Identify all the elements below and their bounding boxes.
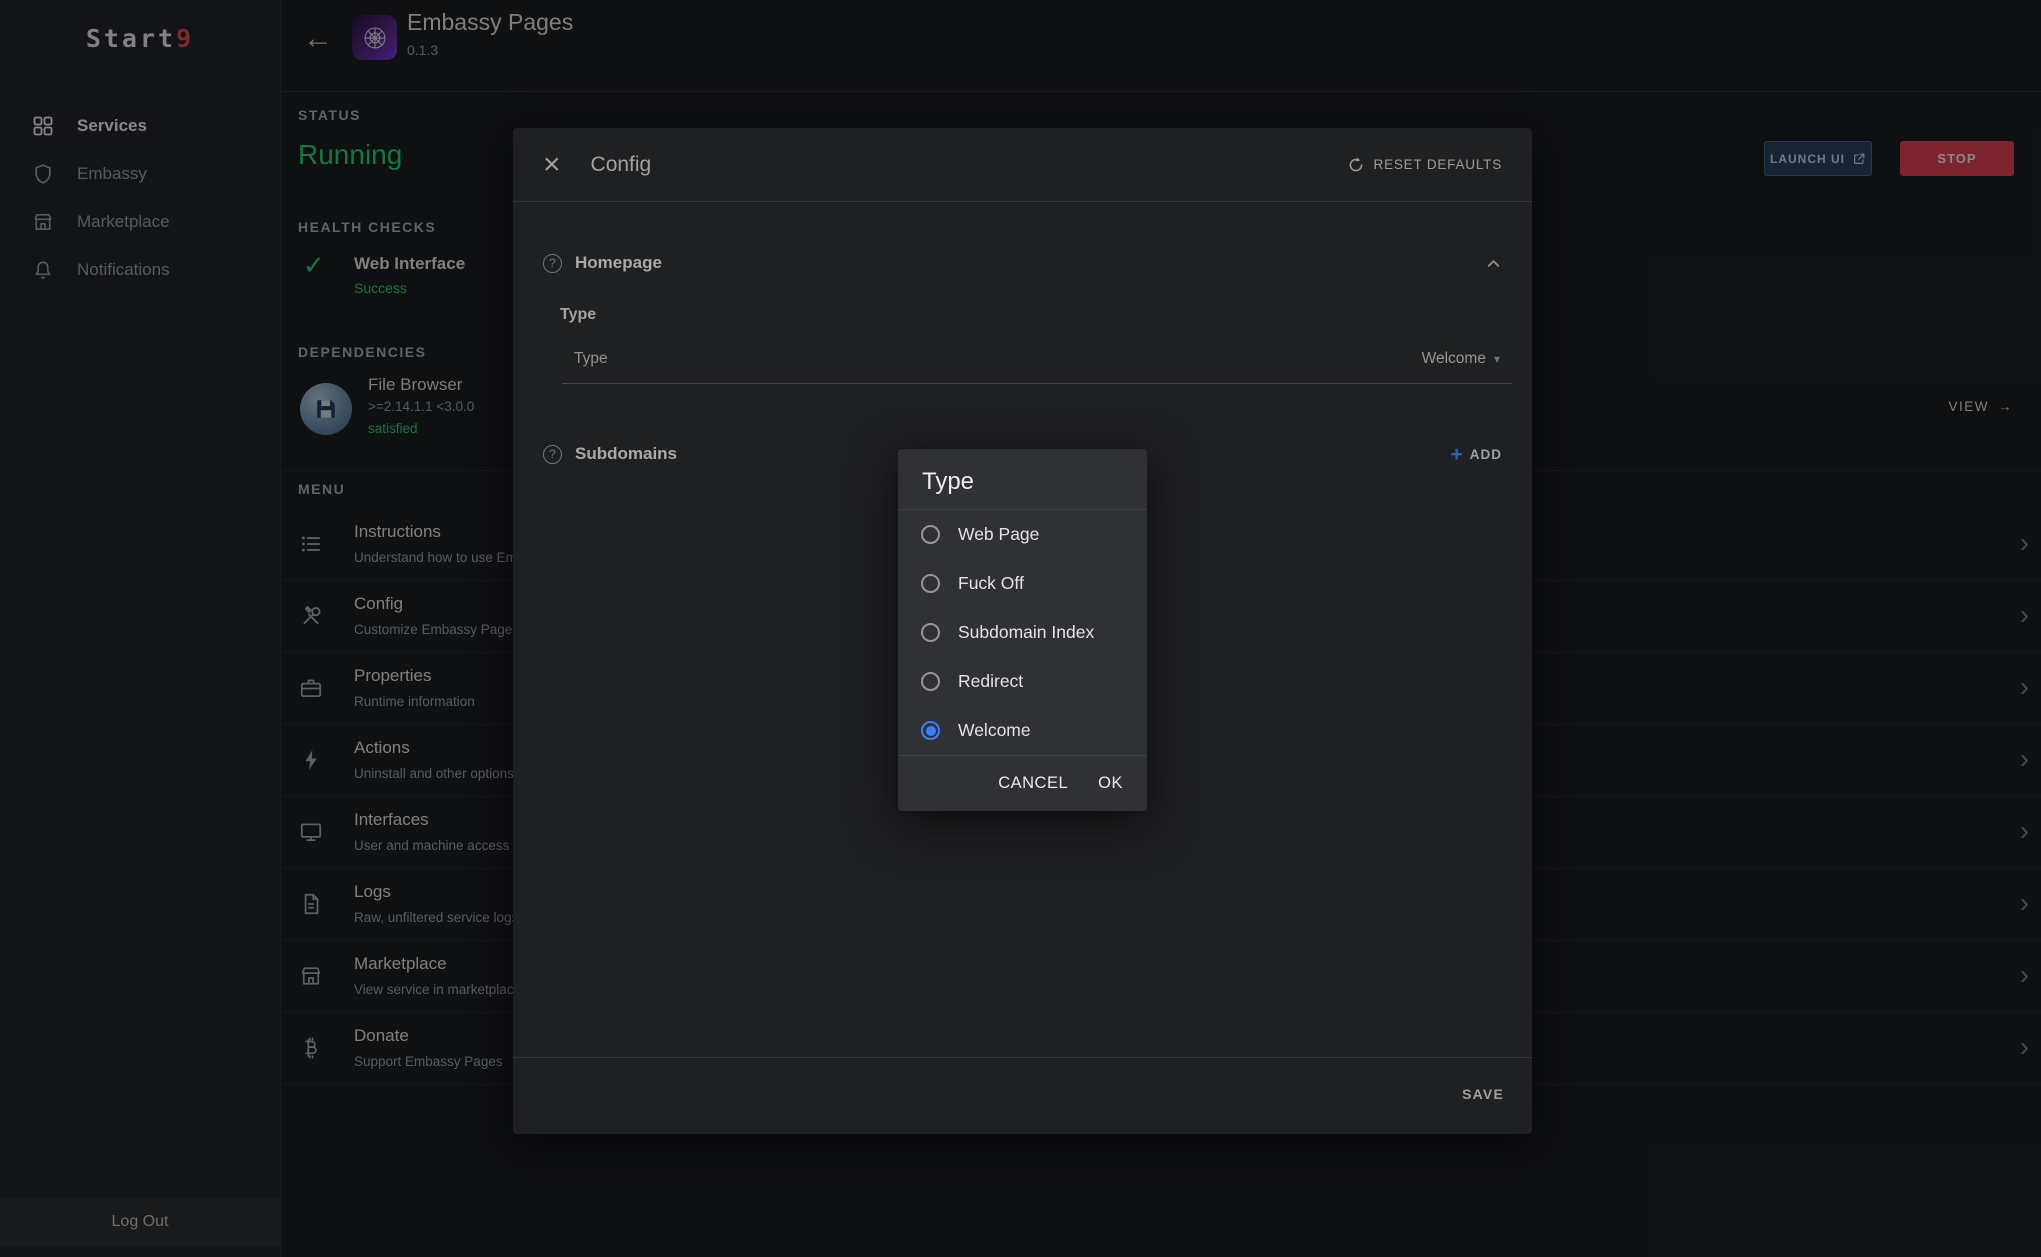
type-dialog-footer: CANCEL OK bbox=[898, 755, 1147, 811]
ok-button[interactable]: OK bbox=[1098, 774, 1123, 793]
option-label: Redirect bbox=[958, 671, 1023, 692]
radio-icon[interactable] bbox=[921, 672, 940, 691]
option-label: Fuck Off bbox=[958, 573, 1024, 594]
type-option-subdomain-index[interactable]: Subdomain Index bbox=[898, 608, 1147, 657]
radio-icon[interactable] bbox=[921, 525, 940, 544]
screen: Start9 Services Embassy Marketplace bbox=[0, 0, 2041, 1257]
radio-icon[interactable] bbox=[921, 623, 940, 642]
radio-icon[interactable] bbox=[921, 574, 940, 593]
type-dialog-title: Type bbox=[922, 468, 1147, 496]
radio-icon[interactable] bbox=[921, 721, 940, 740]
type-options-list: Web Page Fuck Off Subdomain Index Redire… bbox=[898, 510, 1147, 755]
type-option-web-page[interactable]: Web Page bbox=[898, 510, 1147, 559]
type-option-fuck-off[interactable]: Fuck Off bbox=[898, 559, 1147, 608]
type-select-dialog: Type Web Page Fuck Off Subdomain Index R… bbox=[898, 449, 1147, 811]
option-label: Web Page bbox=[958, 524, 1039, 545]
type-dialog-header: Type bbox=[898, 449, 1147, 510]
option-label: Welcome bbox=[958, 720, 1031, 741]
cancel-button[interactable]: CANCEL bbox=[998, 774, 1068, 793]
type-option-redirect[interactable]: Redirect bbox=[898, 657, 1147, 706]
option-label: Subdomain Index bbox=[958, 622, 1094, 643]
type-option-welcome[interactable]: Welcome bbox=[898, 706, 1147, 755]
